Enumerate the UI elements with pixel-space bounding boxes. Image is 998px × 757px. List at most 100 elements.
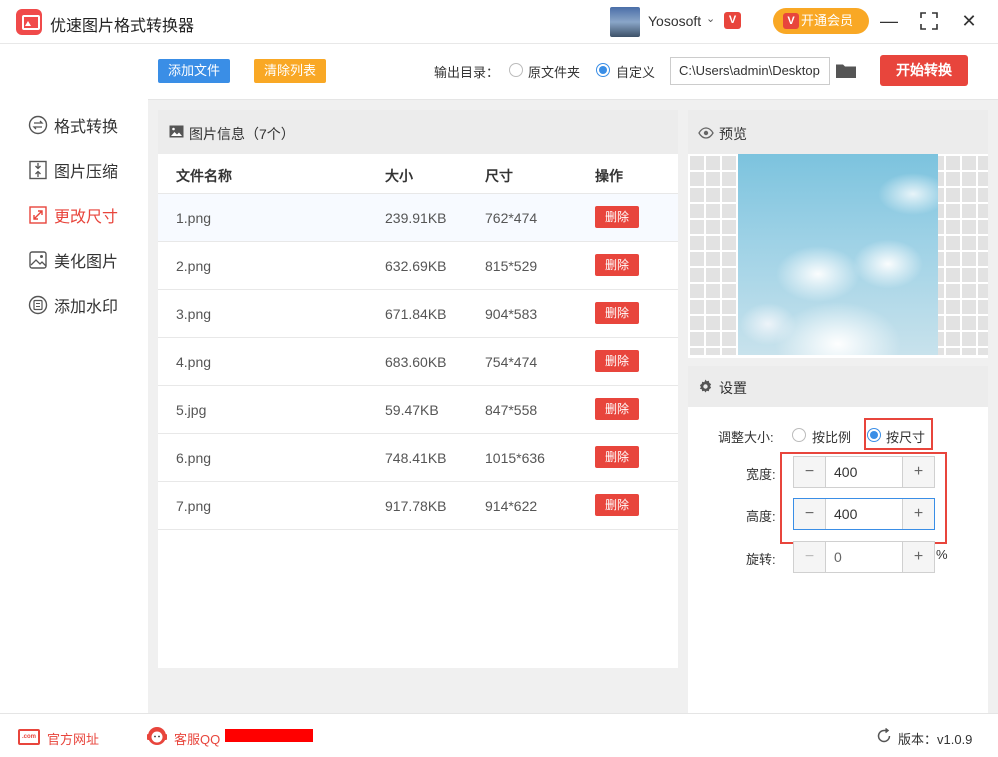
swap-icon bbox=[28, 115, 48, 135]
file-name-cell: 4.png bbox=[176, 354, 212, 370]
watermark-icon bbox=[28, 295, 48, 315]
table-row[interactable]: 1.png 239.91KB 762*474 删除 bbox=[158, 194, 678, 242]
table-row[interactable]: 7.png 917.78KB 914*622 删除 bbox=[158, 482, 678, 530]
table-row[interactable]: 4.png 683.60KB 754*474 删除 bbox=[158, 338, 678, 386]
file-size-cell: 632.69KB bbox=[385, 258, 447, 274]
delete-button[interactable]: 删除 bbox=[595, 206, 639, 228]
rotate-increment-button[interactable]: + bbox=[902, 542, 934, 572]
app-logo-icon bbox=[16, 9, 42, 35]
height-label: 高度: bbox=[746, 509, 776, 524]
website-icon: .com bbox=[18, 729, 40, 745]
table-row[interactable]: 6.png 748.41KB 1015*636 删除 bbox=[158, 434, 678, 482]
file-dims-cell: 754*474 bbox=[485, 354, 538, 370]
resize-ratio-radio[interactable] bbox=[792, 428, 806, 442]
beautify-icon bbox=[28, 250, 48, 270]
sidebar-item-label: 添加水印 bbox=[54, 299, 119, 316]
sidebar bbox=[0, 44, 148, 713]
chevron-down-icon[interactable]: ⌄ bbox=[706, 12, 715, 25]
redacted-block bbox=[225, 729, 313, 742]
eye-icon bbox=[698, 126, 714, 139]
file-dims-cell: 1015*636 bbox=[485, 450, 545, 466]
rotate-decrement-button[interactable]: − bbox=[794, 542, 826, 572]
table-row[interactable]: 2.png 632.69KB 815*529 删除 bbox=[158, 242, 678, 290]
sidebar-item-label: 图片压缩 bbox=[54, 164, 119, 181]
file-name-cell: 6.png bbox=[176, 450, 212, 466]
sidebar-item-label: 格式转换 bbox=[54, 119, 119, 136]
sidebar-item-label: 美化图片 bbox=[54, 254, 119, 271]
width-label: 宽度: bbox=[746, 467, 776, 482]
file-name-cell: 1.png bbox=[176, 210, 212, 226]
vip-badge-icon: V bbox=[724, 12, 741, 29]
resize-icon bbox=[28, 205, 48, 225]
sidebar-item-compress[interactable]: 图片压缩 bbox=[28, 158, 118, 182]
gear-icon bbox=[698, 379, 713, 394]
username[interactable]: Yososoft bbox=[648, 13, 701, 29]
column-header-name: 文件名称 bbox=[176, 168, 232, 184]
delete-button[interactable]: 删除 bbox=[595, 494, 639, 516]
add-files-button[interactable]: 添加文件 bbox=[158, 59, 230, 83]
minimize-icon[interactable]: — bbox=[878, 10, 900, 32]
vip-icon: V bbox=[783, 13, 799, 29]
file-dims-cell: 847*558 bbox=[485, 402, 538, 418]
close-icon[interactable]: ✕ bbox=[958, 10, 980, 32]
user-avatar[interactable] bbox=[610, 7, 640, 37]
file-size-cell: 683.60KB bbox=[385, 354, 447, 370]
sidebar-item-watermark[interactable]: 添加水印 bbox=[28, 293, 118, 317]
refresh-icon[interactable] bbox=[876, 727, 892, 744]
vip-button-label: 开通会员 bbox=[801, 13, 854, 28]
version-label: 版本：v1.0.9 bbox=[898, 732, 973, 747]
folder-icon[interactable] bbox=[836, 63, 856, 78]
column-header-size: 大小 bbox=[385, 168, 413, 184]
column-header-actions: 操作 bbox=[595, 168, 623, 184]
support-avatar-icon bbox=[146, 725, 168, 747]
table-row[interactable]: 3.png 671.84KB 904*583 删除 bbox=[158, 290, 678, 338]
file-size-cell: 671.84KB bbox=[385, 306, 447, 322]
resize-mode-label: 调整大小: bbox=[718, 430, 774, 445]
table-row[interactable]: 5.jpg 59.47KB 847*558 删除 bbox=[158, 386, 678, 434]
settings-title: 设置 bbox=[719, 380, 747, 396]
file-size-cell: 239.91KB bbox=[385, 210, 447, 226]
output-custom-label[interactable]: 自定义 bbox=[616, 62, 655, 81]
rotate-stepper[interactable]: − 0 + bbox=[793, 541, 935, 573]
file-dims-cell: 815*529 bbox=[485, 258, 538, 274]
vip-button[interactable]: V 开通会员 bbox=[773, 8, 869, 34]
sidebar-item-format[interactable]: 格式转换 bbox=[28, 113, 118, 137]
sidebar-item-resize[interactable]: 更改尺寸 bbox=[28, 203, 118, 227]
delete-button[interactable]: 删除 bbox=[595, 302, 639, 324]
file-name-cell: 5.jpg bbox=[176, 402, 207, 418]
delete-button[interactable]: 删除 bbox=[595, 446, 639, 468]
file-size-cell: 917.78KB bbox=[385, 498, 447, 514]
delete-button[interactable]: 删除 bbox=[595, 350, 639, 372]
image-icon bbox=[169, 125, 184, 138]
output-source-label[interactable]: 原文件夹 bbox=[528, 62, 580, 81]
file-dims-cell: 762*474 bbox=[485, 210, 538, 226]
start-convert-button[interactable]: 开始转换 bbox=[880, 55, 968, 86]
rotate-unit: % bbox=[936, 547, 948, 562]
maximize-icon[interactable] bbox=[918, 10, 940, 32]
rotate-value[interactable]: 0 bbox=[834, 549, 842, 565]
column-header-dims: 尺寸 bbox=[485, 168, 513, 184]
clear-list-button[interactable]: 清除列表 bbox=[254, 59, 326, 83]
file-size-cell: 748.41KB bbox=[385, 450, 447, 466]
output-custom-radio[interactable] bbox=[596, 63, 610, 77]
file-name-cell: 7.png bbox=[176, 498, 212, 514]
resize-ratio-label[interactable]: 按比例 bbox=[812, 427, 851, 446]
output-source-radio[interactable] bbox=[509, 63, 523, 77]
compress-icon bbox=[28, 160, 48, 180]
file-dims-cell: 904*583 bbox=[485, 306, 538, 322]
file-list-title: 图片信息（7个） bbox=[189, 126, 295, 142]
file-name-cell: 3.png bbox=[176, 306, 212, 322]
file-dims-cell: 914*622 bbox=[485, 498, 538, 514]
output-dir-label: 输出目录： bbox=[434, 65, 500, 80]
website-link[interactable]: 官方网址 bbox=[47, 729, 99, 748]
preview-title: 预览 bbox=[719, 126, 747, 142]
delete-button[interactable]: 删除 bbox=[595, 398, 639, 420]
highlight-box-dimensions bbox=[780, 452, 947, 544]
highlight-box-size-option bbox=[864, 418, 933, 450]
output-path-field[interactable]: C:\Users\admin\Desktop bbox=[670, 57, 830, 85]
support-link[interactable]: 客服QQ bbox=[174, 729, 220, 748]
sidebar-item-beautify[interactable]: 美化图片 bbox=[28, 248, 118, 272]
preview-image bbox=[738, 154, 938, 355]
file-name-cell: 2.png bbox=[176, 258, 212, 274]
delete-button[interactable]: 删除 bbox=[595, 254, 639, 276]
